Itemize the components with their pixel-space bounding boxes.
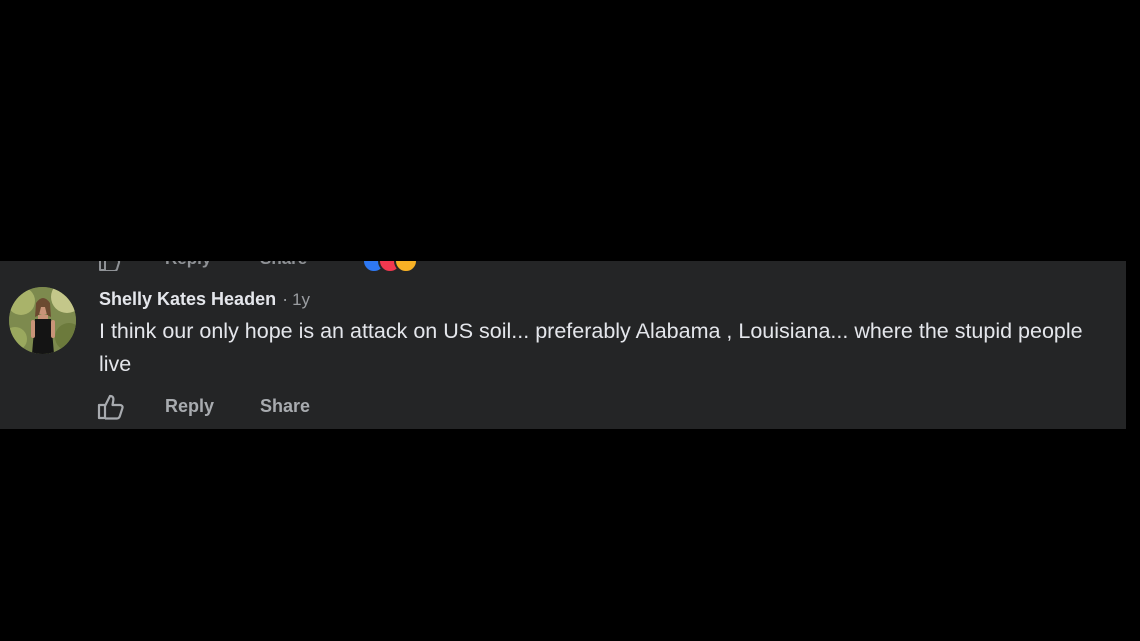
like-button[interactable] xyxy=(96,393,126,421)
comment-actions: Reply Share xyxy=(0,393,1126,421)
comment-text: I think our only hope is an attack on US… xyxy=(99,319,1083,376)
avatar[interactable] xyxy=(9,287,76,354)
reply-button[interactable]: Reply xyxy=(165,396,214,417)
share-button[interactable]: Share xyxy=(260,396,310,417)
previous-reply-button[interactable]: Reply xyxy=(165,261,211,269)
previous-share-button[interactable]: Share xyxy=(260,261,307,269)
previous-comment-actions: Reply Share xyxy=(0,261,1126,273)
comment-panel: Reply Share xyxy=(0,261,1126,429)
reaction-summary[interactable] xyxy=(362,261,442,273)
thumbs-up-icon[interactable] xyxy=(98,261,122,272)
screenshot-canvas: Reply Share xyxy=(0,0,1140,641)
author-name[interactable]: Shelly Kates Headen xyxy=(99,289,276,309)
comment-header: Shelly Kates Headen · 1y xyxy=(99,289,310,310)
thumbs-up-icon xyxy=(97,394,124,420)
separator-dot: · xyxy=(282,289,289,309)
comment-timestamp[interactable]: 1y xyxy=(292,290,310,309)
haha-reaction-icon xyxy=(394,261,418,273)
